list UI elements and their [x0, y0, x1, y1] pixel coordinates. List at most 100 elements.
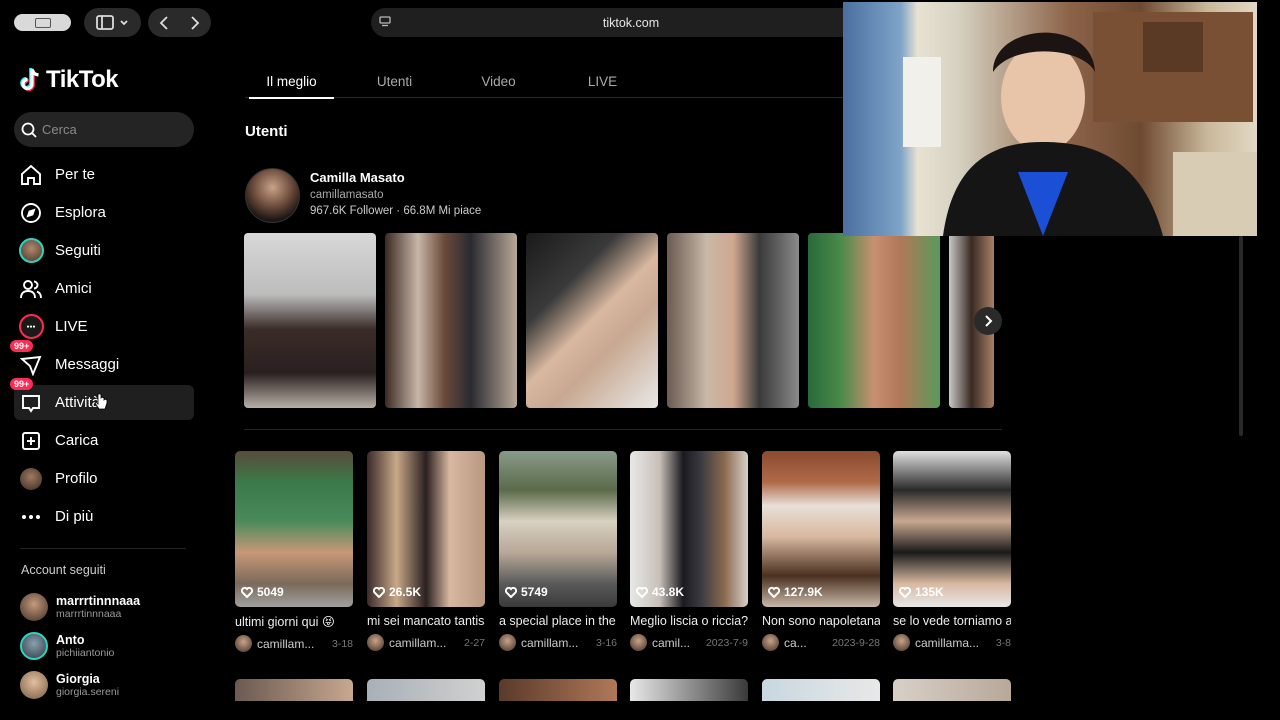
- tab-il-meglio[interactable]: Il meglio: [249, 64, 334, 99]
- url-text: tiktok.com: [602, 15, 660, 30]
- video-description[interactable]: se lo vede torniamo a: [893, 614, 1011, 628]
- home-icon: [21, 164, 41, 185]
- following-account-item[interactable]: marrrtinnnaaa marrrtinnnaaa: [20, 593, 140, 621]
- sidebar-item-carica[interactable]: Carica: [14, 423, 194, 458]
- video-date: 2023-9-28: [832, 636, 880, 649]
- sidebar-item-live[interactable]: ●●● LIVE: [14, 309, 194, 344]
- video-card[interactable]: 43.8K Meglio liscia o riccia? camil... 20…: [630, 451, 748, 651]
- account-name: marrrtinnnaaa: [56, 594, 141, 608]
- page-scrollbar[interactable]: [1239, 236, 1243, 436]
- video-author[interactable]: camil...: [652, 636, 701, 650]
- account-id: giorgia.sereni: [56, 686, 120, 698]
- tab-video[interactable]: Video: [456, 64, 541, 98]
- video-author[interactable]: camillam...: [257, 637, 327, 651]
- search-box[interactable]: [14, 112, 194, 147]
- heart-icon: [899, 586, 911, 598]
- upload-icon: [22, 431, 40, 450]
- account-id: pichiiantonio: [56, 647, 115, 659]
- mouse-cursor: [94, 393, 108, 416]
- video-date: 2023-7-9: [705, 636, 748, 649]
- sidebar-item-label: Seguiti: [55, 242, 101, 259]
- video-description[interactable]: Non sono napoletana: [762, 614, 880, 628]
- account-name: Anto: [56, 633, 85, 647]
- user-video-thumbnail[interactable]: [667, 233, 799, 408]
- window-icon: [34, 17, 51, 28]
- user-video-thumbnail[interactable]: [526, 233, 658, 408]
- sidebar-item-di-piu[interactable]: Di più: [14, 499, 194, 534]
- video-thumbnail[interactable]: 135K: [893, 451, 1011, 607]
- profile-avatar: [20, 467, 42, 490]
- forward-arrow-icon[interactable]: [189, 15, 201, 30]
- heart-icon: [636, 586, 648, 598]
- users-section-title: Utenti: [245, 123, 288, 140]
- user-video-thumbnail[interactable]: [244, 233, 376, 408]
- sidebar-item-amici[interactable]: Amici: [14, 271, 194, 306]
- tab-live[interactable]: LIVE: [560, 64, 645, 98]
- sidebar-item-seguiti[interactable]: Seguiti: [14, 233, 194, 268]
- user-display-name[interactable]: Camilla Masato: [310, 170, 481, 185]
- user-result-card[interactable]: Camilla Masato camillamasato 967.6K Foll…: [245, 168, 481, 223]
- sidebar-item-profilo[interactable]: Profilo: [14, 461, 194, 496]
- more-icon: [22, 514, 40, 519]
- tab-utenti[interactable]: Utenti: [352, 64, 437, 98]
- user-avatar[interactable]: [245, 168, 300, 223]
- video-thumbnail[interactable]: [893, 679, 1011, 701]
- video-thumbnail[interactable]: [235, 679, 353, 701]
- following-account-item[interactable]: Anto pichiiantonio: [20, 632, 114, 660]
- video-thumbnail[interactable]: 127.9K: [762, 451, 880, 607]
- video-author[interactable]: camillam...: [389, 636, 459, 650]
- site-settings-icon[interactable]: [379, 16, 391, 28]
- carousel-next-button[interactable]: [974, 307, 1002, 335]
- address-bar[interactable]: tiktok.com: [371, 8, 891, 37]
- back-arrow-icon[interactable]: [158, 15, 170, 30]
- sidebar-toggle-button[interactable]: [84, 8, 141, 37]
- video-description[interactable]: mi sei mancato tantissimo: [367, 614, 485, 628]
- video-card[interactable]: 127.9K Non sono napoletana ca... 2023-9-2…: [762, 451, 880, 651]
- video-thumbnail[interactable]: [630, 679, 748, 701]
- window-switcher-button[interactable]: [14, 14, 71, 31]
- sidebar-item-label: Messaggi: [55, 356, 120, 373]
- tiktok-logo[interactable]: TikTok: [20, 66, 119, 94]
- video-thumbnail[interactable]: [367, 679, 485, 701]
- account-avatar: [20, 593, 48, 621]
- sidebar-item-label: Di più: [55, 508, 94, 525]
- following-account-item[interactable]: Giorgia giorgia.sereni: [20, 671, 119, 699]
- sidebar-item-messaggi[interactable]: 99+ Messaggi: [10, 339, 194, 382]
- sidebar-item-per-te[interactable]: Per te: [14, 157, 194, 192]
- video-date: 3-8: [995, 636, 1011, 649]
- like-count: 127.9K: [768, 585, 823, 599]
- search-input[interactable]: [42, 122, 182, 137]
- user-video-thumbnail[interactable]: [808, 233, 940, 408]
- logo-text: TikTok: [46, 66, 119, 93]
- video-thumbnail[interactable]: [762, 679, 880, 701]
- video-card[interactable]: 5749 a special place in the camillam... 3…: [499, 451, 617, 651]
- sidebar-item-label: LIVE: [55, 318, 88, 335]
- video-author[interactable]: camillam...: [521, 636, 591, 650]
- sidebar-item-esplora[interactable]: Esplora: [14, 195, 194, 230]
- video-thumbnail[interactable]: 26.5K: [367, 451, 485, 607]
- account-avatar: [20, 632, 48, 660]
- sidebar-item-label: Amici: [55, 280, 92, 297]
- friends-icon: [20, 279, 42, 298]
- video-thumbnail[interactable]: 5049: [235, 451, 353, 607]
- video-description[interactable]: Meglio liscia o riccia?: [630, 614, 748, 628]
- video-author[interactable]: camillama...: [915, 636, 991, 650]
- video-card[interactable]: 26.5K mi sei mancato tantissimo camillam…: [367, 451, 485, 651]
- video-thumbnail[interactable]: [499, 679, 617, 701]
- video-description[interactable]: ultimi giorni qui 😝: [235, 614, 353, 629]
- sidebar-item-label: Per te: [55, 166, 96, 183]
- webcam-scene: [903, 12, 1257, 236]
- video-thumbnail[interactable]: 43.8K: [630, 451, 748, 607]
- like-count: 5049: [241, 585, 284, 599]
- messages-badge: 99+: [10, 339, 34, 352]
- video-description[interactable]: a special place in the: [499, 614, 617, 628]
- video-thumbnail[interactable]: 5749: [499, 451, 617, 607]
- chevron-right-icon: [985, 315, 993, 327]
- author-avatar: [893, 634, 910, 651]
- sidebar-item-label: Profilo: [55, 470, 98, 487]
- user-stats: 967.6K Follower · 66.8M Mi piace: [310, 205, 482, 217]
- video-author[interactable]: ca...: [784, 636, 827, 650]
- video-card[interactable]: 5049 ultimi giorni qui 😝 camillam... 3-18: [235, 451, 353, 652]
- user-video-thumbnail[interactable]: [385, 233, 517, 408]
- video-card[interactable]: 135K se lo vede torniamo a camillama... 3…: [893, 451, 1011, 651]
